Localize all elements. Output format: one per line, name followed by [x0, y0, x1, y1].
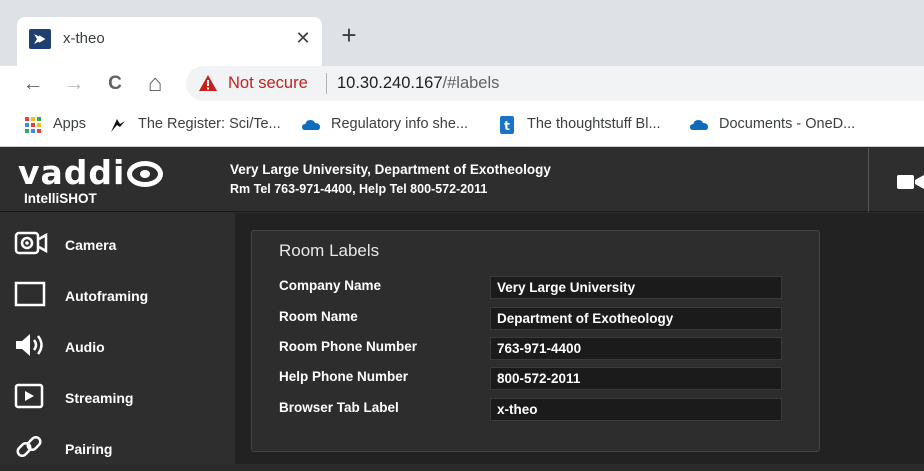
back-arrow-icon[interactable]: ← — [19, 70, 47, 98]
room-name-field[interactable] — [490, 307, 782, 330]
bookmark-label: Documents - OneD... — [719, 116, 856, 132]
bookmark-label: Apps — [53, 116, 87, 132]
logo-o-mark — [127, 161, 164, 187]
warning-triangle-icon — [199, 75, 217, 91]
sidebar-item-audio[interactable]: Audio — [0, 318, 235, 369]
sidebar-item-label: Pairing — [65, 441, 113, 457]
form-row-room-name: Room Name — [252, 307, 821, 331]
onedrive-cloud-icon — [690, 120, 708, 130]
help-phone-field[interactable] — [490, 367, 782, 390]
app-header: vaddi IntelliSHOT Very Large University,… — [0, 148, 924, 212]
sidebar-item-camera[interactable]: Camera — [0, 216, 235, 267]
address-bar[interactable]: Not secure 10.30.240.167/#labels — [186, 66, 924, 101]
logo-text: vaddi — [18, 153, 126, 192]
home-icon[interactable]: ⌂ — [141, 70, 169, 98]
sidebar-item-streaming[interactable]: Streaming — [0, 369, 235, 420]
browser-tab[interactable]: x-theo ✕ — [17, 17, 322, 66]
browser-tabbar: x-theo ✕ + — [0, 0, 924, 66]
main-content: Room Labels Company Name Room Name Room … — [235, 213, 924, 464]
site-title: Very Large University, Department of Exo… — [230, 162, 551, 177]
url-path: /#labels — [442, 74, 500, 92]
url-host: 10.30.240.167 — [337, 74, 443, 92]
field-label: Help Phone Number — [279, 369, 409, 384]
room-phone-field[interactable] — [490, 337, 782, 360]
form-row-company-name: Company Name — [252, 276, 821, 300]
autoframing-icon — [14, 281, 46, 307]
browser-tab-label-field[interactable] — [490, 398, 782, 421]
sidebar-item-pairing[interactable]: Pairing — [0, 420, 235, 471]
form-row-browser-tab-label: Browser Tab Label — [252, 398, 821, 422]
panel-title: Room Labels — [279, 241, 380, 260]
field-label: Browser Tab Label — [279, 400, 399, 415]
tab-close-icon[interactable]: ✕ — [292, 27, 314, 49]
sidebar-item-label: Streaming — [65, 390, 134, 406]
register-icon — [111, 119, 125, 132]
room-labels-panel: Room Labels Company Name Room Name Room … — [251, 230, 820, 452]
new-tab-button[interactable]: + — [336, 22, 362, 49]
sidebar-item-label: Camera — [65, 237, 117, 253]
speaker-icon — [16, 334, 43, 356]
omnibox-divider — [326, 73, 327, 94]
apps-grid-icon — [25, 117, 41, 133]
sidebar-nav: Camera Autoframing Audio Streaming Pairi… — [0, 213, 235, 464]
browser-toolbar: ← → C ⌂ Not secure 10.30.240.167/#labels — [0, 66, 924, 103]
bookmark-label: The thoughtstuff Bl... — [527, 116, 661, 132]
sidebar-item-label: Audio — [65, 339, 105, 355]
vaddio-favicon-icon — [29, 29, 51, 49]
bookmark-label: Regulatory info she... — [331, 116, 469, 132]
site-phones: Rm Tel 763-971-4400, Help Tel 800-572-20… — [230, 182, 488, 196]
form-row-room-phone: Room Phone Number — [252, 337, 821, 361]
camera-icon — [14, 231, 48, 255]
not-secure-label[interactable]: Not secure — [228, 74, 308, 93]
sidebar-item-autoframing[interactable]: Autoframing — [0, 267, 235, 318]
forward-arrow-icon[interactable]: → — [60, 70, 88, 98]
form-row-help-phone: Help Phone Number — [252, 367, 821, 391]
reload-icon[interactable]: C — [101, 70, 129, 98]
field-label: Company Name — [279, 278, 382, 293]
tab-title: x-theo — [63, 30, 105, 47]
header-divider — [868, 148, 869, 212]
link-icon — [16, 435, 42, 458]
svg-text:t: t — [504, 119, 510, 133]
video-camera-icon[interactable] — [897, 174, 924, 190]
field-label: Room Phone Number — [279, 339, 418, 354]
play-icon — [14, 383, 44, 409]
vaddio-logo: vaddi — [18, 153, 164, 192]
product-name: IntelliSHOT — [24, 191, 97, 206]
sidebar-item-label: Autoframing — [65, 288, 149, 304]
thoughtstuff-icon: t — [500, 116, 514, 134]
bookmark-label: The Register: Sci/Te... — [138, 116, 281, 132]
company-name-field[interactable] — [490, 276, 782, 299]
bookmarks-bar: Apps The Register: Sci/Te... Regulatory … — [0, 103, 924, 147]
url-text[interactable]: 10.30.240.167/#labels — [337, 74, 499, 93]
onedrive-cloud-icon — [302, 120, 320, 130]
field-label: Room Name — [279, 309, 358, 324]
